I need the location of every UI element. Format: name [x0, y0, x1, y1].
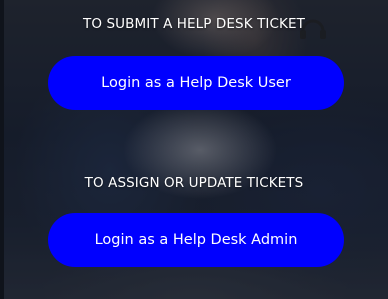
- assign-update-tickets-heading: TO ASSIGN OR UPDATE TICKETS: [84, 175, 304, 191]
- login-help-desk-admin-button[interactable]: Login as a Help Desk Admin: [48, 213, 344, 267]
- left-edge-divider: [0, 0, 4, 299]
- login-panel: TO SUBMIT A HELP DESK TICKET Login as a …: [0, 0, 388, 299]
- submit-ticket-heading: TO SUBMIT A HELP DESK TICKET: [83, 16, 305, 32]
- login-help-desk-user-button[interactable]: Login as a Help Desk User: [48, 56, 344, 110]
